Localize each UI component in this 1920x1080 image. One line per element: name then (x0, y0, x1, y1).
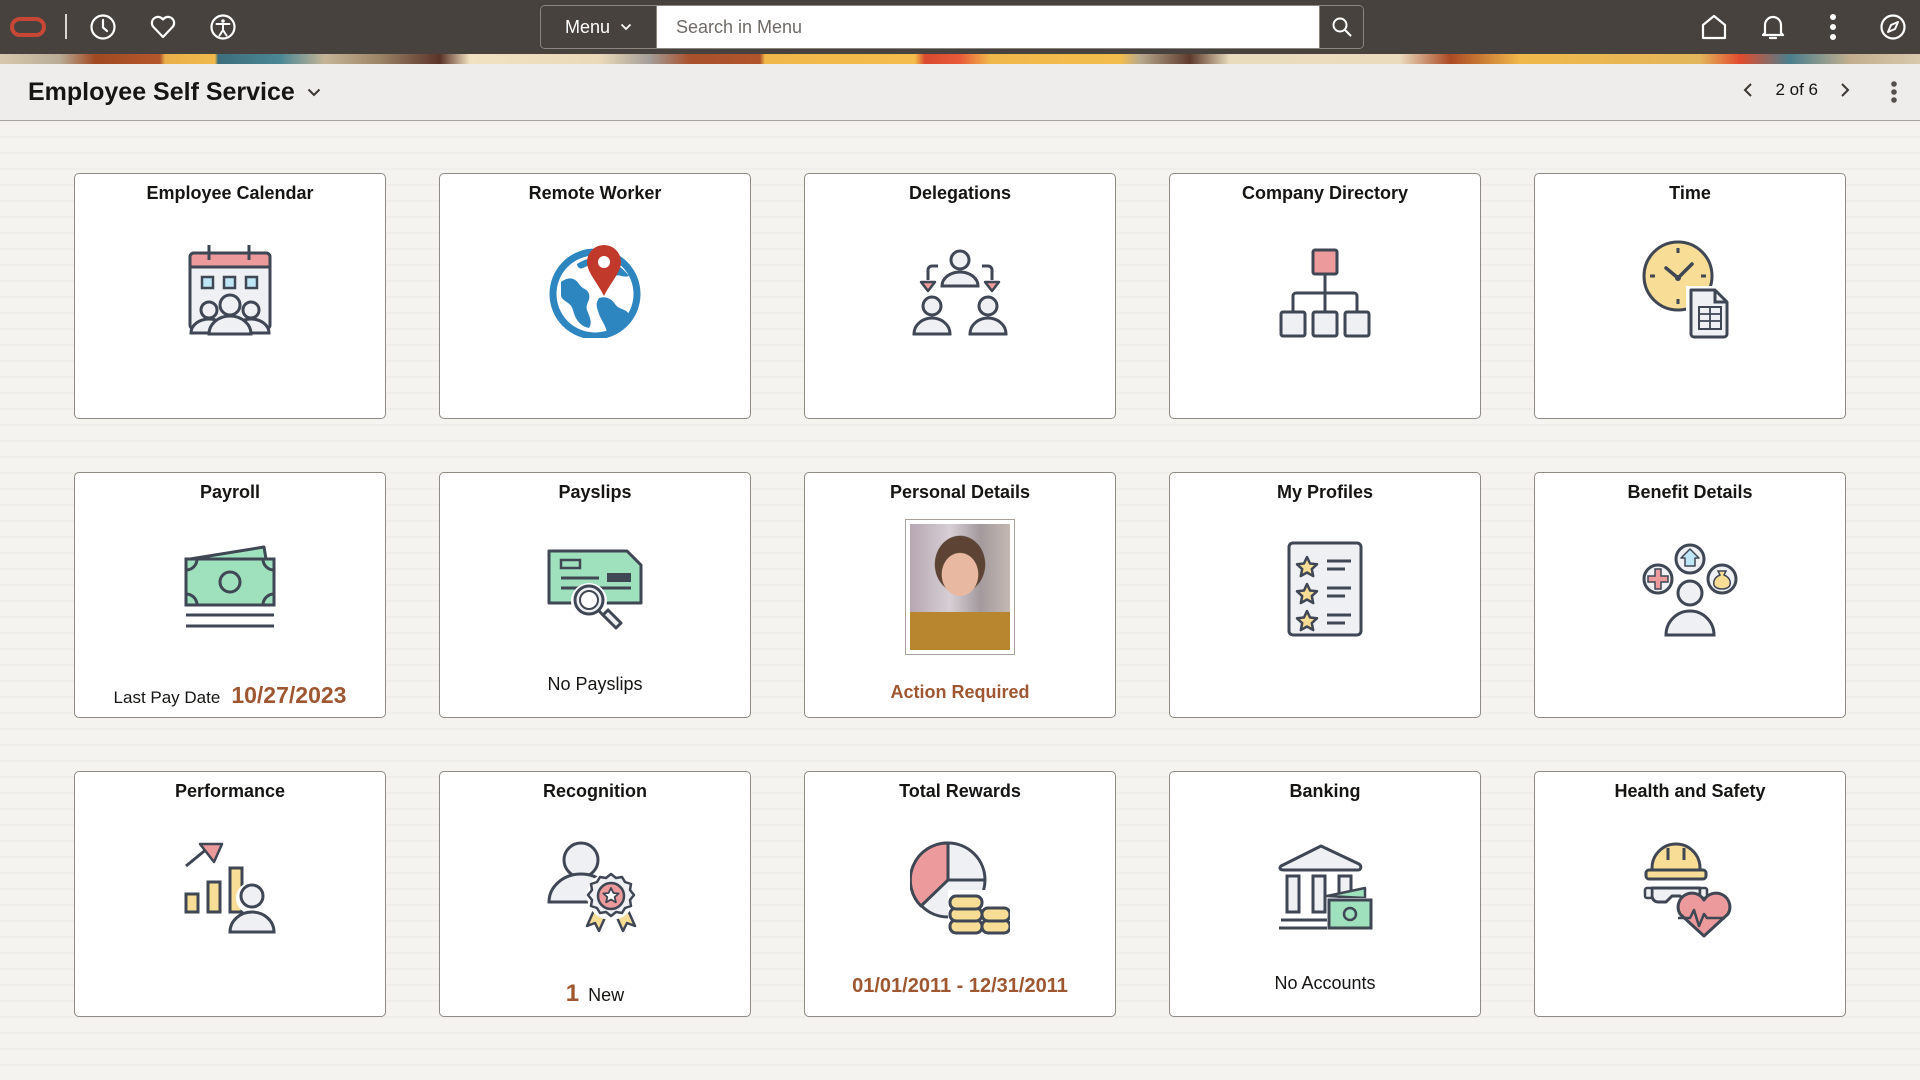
compass-icon[interactable] (1879, 13, 1907, 41)
oracle-logo-icon[interactable] (10, 13, 46, 41)
hardhat-heart-icon (1643, 842, 1732, 938)
tile-benefit-details[interactable]: Benefit Details (1534, 472, 1846, 718)
menu-button-label: Menu (564, 16, 611, 37)
tile-title: Health and Safety (1614, 781, 1766, 801)
tile-performance[interactable]: Performance (74, 771, 386, 1017)
new-label: New (588, 985, 625, 1005)
menu-search-group: Menu (540, 5, 1364, 49)
header-divider (65, 14, 67, 39)
accessibility-icon[interactable] (209, 13, 237, 41)
chevron-down-icon (307, 88, 321, 97)
money-icon (184, 545, 276, 628)
org-chart-icon (1279, 248, 1371, 338)
globe-location-icon (549, 245, 641, 338)
page-actions-button[interactable] (1890, 80, 1898, 109)
last-pay-date-value: 10/27/2023 (231, 682, 347, 708)
page-title: Employee Self Service (28, 78, 295, 106)
tile-title: Delegations (908, 183, 1012, 203)
tile-total-rewards[interactable]: Total Rewards 01/01/2011 - 12/31/2011 (804, 771, 1116, 1017)
tile-my-profiles[interactable]: My Profiles (1169, 472, 1481, 718)
homepage-selector[interactable]: Employee Self Service (28, 78, 321, 107)
chevron-down-icon (620, 23, 632, 31)
profile-photo (905, 519, 1015, 655)
search-button[interactable] (1319, 6, 1363, 48)
page-pager: 2 of 6 (1743, 80, 1850, 100)
rewards-period: 01/01/2011 - 12/31/2011 (852, 975, 1068, 997)
payslips-status: No Payslips (547, 674, 643, 694)
star-list-icon (1287, 541, 1363, 637)
tile-employee-calendar[interactable]: Employee Calendar (74, 173, 386, 419)
payslip-search-icon (547, 549, 643, 630)
tile-banking[interactable]: Banking No Accounts (1169, 771, 1481, 1017)
calendar-people-icon (188, 245, 272, 336)
pie-coins-icon (910, 841, 1010, 935)
clock-icon[interactable] (89, 13, 117, 41)
tile-title: Company Directory (1241, 183, 1409, 203)
tile-title: Personal Details (889, 482, 1031, 502)
tile-payroll[interactable]: Payroll Last Pay Date 10/27/2023 (74, 472, 386, 718)
tile-title: Recognition (543, 781, 647, 801)
tile-remote-worker[interactable]: Remote Worker (439, 173, 751, 419)
tile-title: Benefit Details (1627, 482, 1753, 502)
tile-title: Banking (1289, 781, 1361, 801)
page-indicator: 2 of 6 (1775, 80, 1818, 99)
chevron-right-icon (1841, 83, 1850, 97)
page-title-bar: Employee Self Service 2 of 6 (0, 64, 1920, 121)
delegation-icon (912, 249, 1008, 336)
decorative-banner (0, 54, 1920, 64)
tile-title: Total Rewards (899, 781, 1021, 801)
performance-chart-icon (184, 842, 276, 934)
navigator-menu-button[interactable]: Menu (541, 6, 657, 48)
tile-recognition[interactable]: Recognition 1 New (439, 771, 751, 1017)
tile-grid: Employee Calendar Remote Worker Delegati… (74, 173, 1846, 1017)
chevron-left-icon (1744, 83, 1753, 97)
tile-title: Remote Worker (528, 183, 662, 203)
tile-title: My Profiles (1276, 482, 1374, 502)
benefits-person-icon (1642, 543, 1738, 637)
tile-company-directory[interactable]: Company Directory (1169, 173, 1481, 419)
menu-search-input[interactable] (657, 6, 1319, 48)
search-icon (1332, 17, 1351, 37)
banking-status: No Accounts (1274, 973, 1376, 993)
tile-title: Time (1669, 183, 1711, 203)
tile-title: Payslips (558, 482, 632, 502)
tile-delegations[interactable]: Delegations (804, 173, 1116, 419)
global-header: Menu (0, 0, 1920, 54)
recognition-count: 1 New (440, 980, 750, 1008)
new-count: 1 (565, 980, 580, 1007)
homepage-content: Employee Calendar Remote Worker Delegati… (0, 121, 1920, 1080)
bank-money-icon (1278, 844, 1373, 930)
bell-icon[interactable] (1759, 13, 1787, 41)
previous-page-button[interactable] (1743, 82, 1753, 98)
tile-title: Performance (174, 781, 286, 801)
last-pay-date: Last Pay Date 10/27/2023 (75, 682, 385, 709)
personal-details-status: Action Required (890, 682, 1030, 702)
home-icon[interactable] (1700, 13, 1728, 41)
award-person-icon (547, 841, 637, 933)
next-page-button[interactable] (1840, 82, 1850, 98)
kebab-menu-icon[interactable] (1819, 13, 1847, 41)
tile-title: Payroll (199, 482, 261, 502)
tile-health-and-safety[interactable]: Health and Safety (1534, 771, 1846, 1017)
tile-payslips[interactable]: Payslips No Payslips (439, 472, 751, 718)
tile-time[interactable]: Time (1534, 173, 1846, 419)
last-pay-date-label: Last Pay Date (113, 688, 221, 707)
heart-icon[interactable] (149, 13, 177, 41)
tile-personal-details[interactable]: Personal Details Action Required (804, 472, 1116, 718)
clock-timesheet-icon (1642, 240, 1732, 339)
kebab-menu-icon (1891, 81, 1897, 103)
tile-title: Employee Calendar (146, 183, 314, 203)
